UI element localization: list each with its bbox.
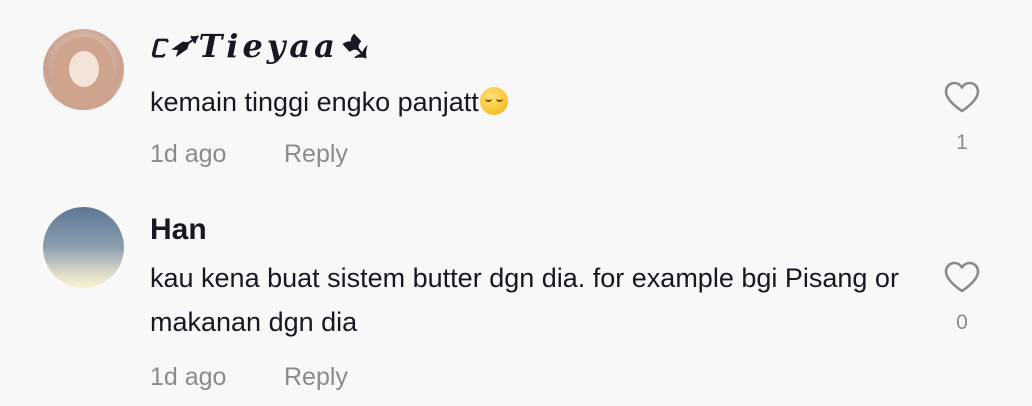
- comment-text-content: kemain tinggi engko panjatt: [150, 87, 479, 117]
- relieved-face-emoji: [479, 87, 508, 115]
- comment-meta: 1d ago Reply: [150, 139, 348, 169]
- reply-button[interactable]: Reply: [284, 362, 348, 392]
- like-count: 1: [956, 131, 968, 154]
- avatar[interactable]: [43, 29, 124, 110]
- comment-username[interactable]: ᥴ➶𝑻𝒊𝒆𝒚𝒂𝒂➷: [150, 28, 371, 64]
- comment-text: kau kena buat sistem butter dgn dia. for…: [150, 263, 899, 337]
- comment-item: ᥴ➶𝑻𝒊𝒆𝒚𝒂𝒂➷ kemain tinggi engko panjatt 1d…: [0, 0, 1032, 190]
- comment-text: kemain tinggi engko panjatt: [150, 80, 910, 124]
- comment-item: Han kau kena buat sistem butter dgn dia.…: [0, 190, 1032, 406]
- reply-button[interactable]: Reply: [284, 139, 348, 169]
- avatar[interactable]: [43, 207, 124, 288]
- like-control: 0: [932, 260, 992, 336]
- like-count: 0: [956, 311, 968, 334]
- heart-outline-icon[interactable]: [943, 80, 981, 114]
- comment-timestamp: 1d ago: [150, 363, 227, 391]
- comment-meta: 1d ago Reply: [150, 362, 348, 392]
- avatar-face: [69, 51, 99, 87]
- comment-username[interactable]: Han: [150, 212, 207, 248]
- like-control: 1: [932, 80, 992, 156]
- comment-timestamp: 1d ago: [150, 140, 227, 168]
- heart-outline-icon[interactable]: [943, 260, 981, 294]
